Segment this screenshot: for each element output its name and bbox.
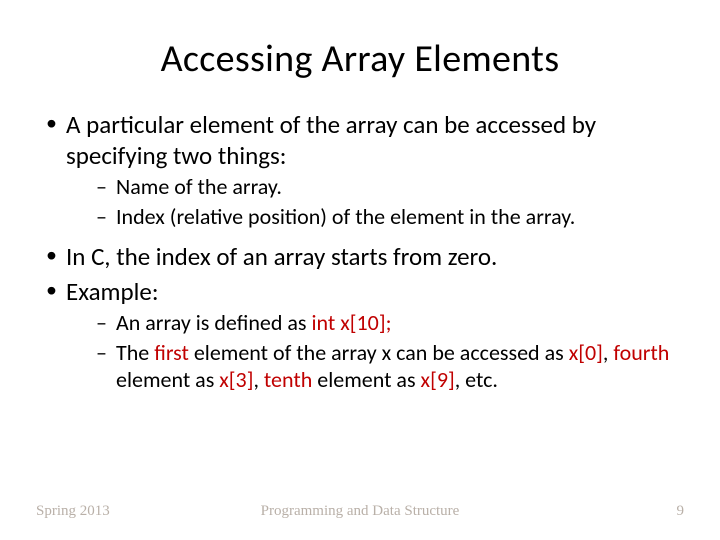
- code-x0: x[0]: [569, 339, 603, 366]
- t: element as: [116, 366, 219, 393]
- t: element of the array x can be accessed a…: [189, 339, 569, 366]
- sub-item: An array is defined as int x[10];: [96, 309, 680, 337]
- t: ,: [603, 339, 613, 366]
- kw-fourth: fourth: [613, 339, 669, 366]
- t: element as: [312, 366, 420, 393]
- bullet-text: In C, the index of an array starts from …: [66, 241, 497, 272]
- t: , etc.: [455, 366, 498, 393]
- bullet-text: A particular element of the array can be…: [66, 109, 596, 171]
- sub-item: Name of the array.: [96, 173, 680, 201]
- sub-text: Name of the array.: [116, 173, 282, 200]
- sub-text: Index (relative position) of the element…: [116, 203, 575, 230]
- bullet-list: A particular element of the array can be…: [36, 110, 684, 402]
- kw-first: first: [154, 339, 189, 366]
- code-red: int x[10];: [312, 309, 392, 336]
- sub-item: Index (relative position) of the element…: [96, 203, 680, 231]
- footer-center: Programming and Data Structure: [36, 503, 684, 520]
- code-x3: x[3]: [219, 366, 253, 393]
- slide: Accessing Array Elements A particular el…: [0, 0, 720, 540]
- bullet-item: A particular element of the array can be…: [44, 110, 680, 238]
- bullet-text: Example:: [66, 276, 159, 307]
- t: The: [116, 339, 154, 366]
- sub-list: Name of the array. Index (relative posit…: [66, 171, 680, 238]
- sub-text: An array is defined as: [116, 309, 312, 336]
- footer: Spring 2013 Programming and Data Structu…: [36, 503, 684, 520]
- bullet-item: In C, the index of an array starts from …: [44, 242, 680, 273]
- sub-item: The first element of the array x can be …: [96, 339, 680, 394]
- t: ,: [253, 366, 263, 393]
- slide-title: Accessing Array Elements: [36, 36, 684, 82]
- kw-tenth: tenth: [264, 366, 312, 393]
- sub-list: An array is defined as int x[10]; The fi…: [66, 307, 680, 402]
- code-x9: x[9]: [421, 366, 455, 393]
- bullet-item: Example: An array is defined as int x[10…: [44, 277, 680, 402]
